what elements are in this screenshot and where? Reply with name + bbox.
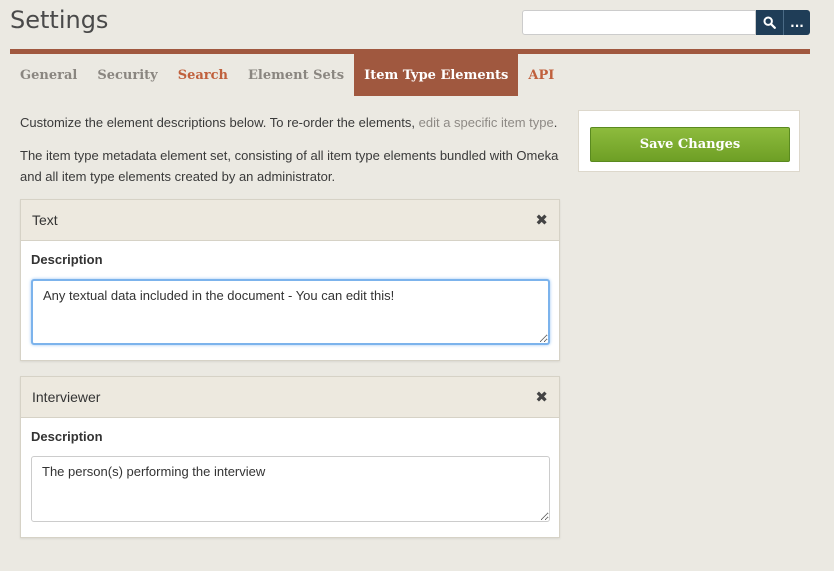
tab-item-type-elements[interactable]: Item Type Elements: [354, 54, 519, 96]
panel-body: Description The person(s) performing the…: [21, 418, 559, 537]
panel-header: Interviewer ✖: [21, 377, 559, 418]
element-name: Interviewer: [32, 389, 101, 405]
close-icon[interactable]: ✖: [535, 388, 548, 406]
tab-api[interactable]: API: [518, 54, 564, 96]
save-panel: Save Changes: [578, 110, 800, 172]
element-panel-interviewer: Interviewer ✖ Description The person(s) …: [20, 376, 560, 538]
intro-text: Customize the element descriptions below…: [20, 115, 419, 130]
main-content: Customize the element descriptions below…: [20, 112, 560, 553]
intro-paragraph-1: Customize the element descriptions below…: [20, 112, 560, 133]
tab-general[interactable]: General: [10, 54, 87, 96]
settings-tabs: General Security Search Element Sets Ite…: [10, 54, 564, 96]
element-name: Text: [32, 212, 58, 228]
advanced-search-button[interactable]: ...: [783, 10, 810, 35]
tab-security[interactable]: Security: [87, 54, 167, 96]
panel-header: Text ✖: [21, 200, 559, 241]
description-label: Description: [31, 429, 103, 444]
intro-period: .: [553, 115, 558, 130]
search-icon: [763, 16, 776, 29]
close-icon[interactable]: ✖: [535, 211, 548, 229]
panel-body: Description Any textual data included in…: [21, 241, 559, 360]
description-label: Description: [31, 252, 103, 267]
element-panel-text: Text ✖ Description Any textual data incl…: [20, 199, 560, 361]
tab-element-sets[interactable]: Element Sets: [238, 54, 354, 96]
page-title: Settings: [10, 6, 109, 34]
intro-paragraph-2: The item type metadata element set, cons…: [20, 148, 559, 184]
description-textarea[interactable]: The person(s) performing the interview: [31, 456, 550, 522]
search-input[interactable]: [522, 10, 756, 35]
edit-item-type-link[interactable]: edit a specific item type: [419, 115, 554, 130]
search-bar: ...: [522, 10, 810, 35]
description-textarea[interactable]: Any textual data included in the documen…: [31, 279, 550, 345]
save-changes-button[interactable]: Save Changes: [590, 127, 790, 162]
tab-search[interactable]: Search: [168, 54, 238, 96]
search-button[interactable]: [756, 10, 783, 35]
